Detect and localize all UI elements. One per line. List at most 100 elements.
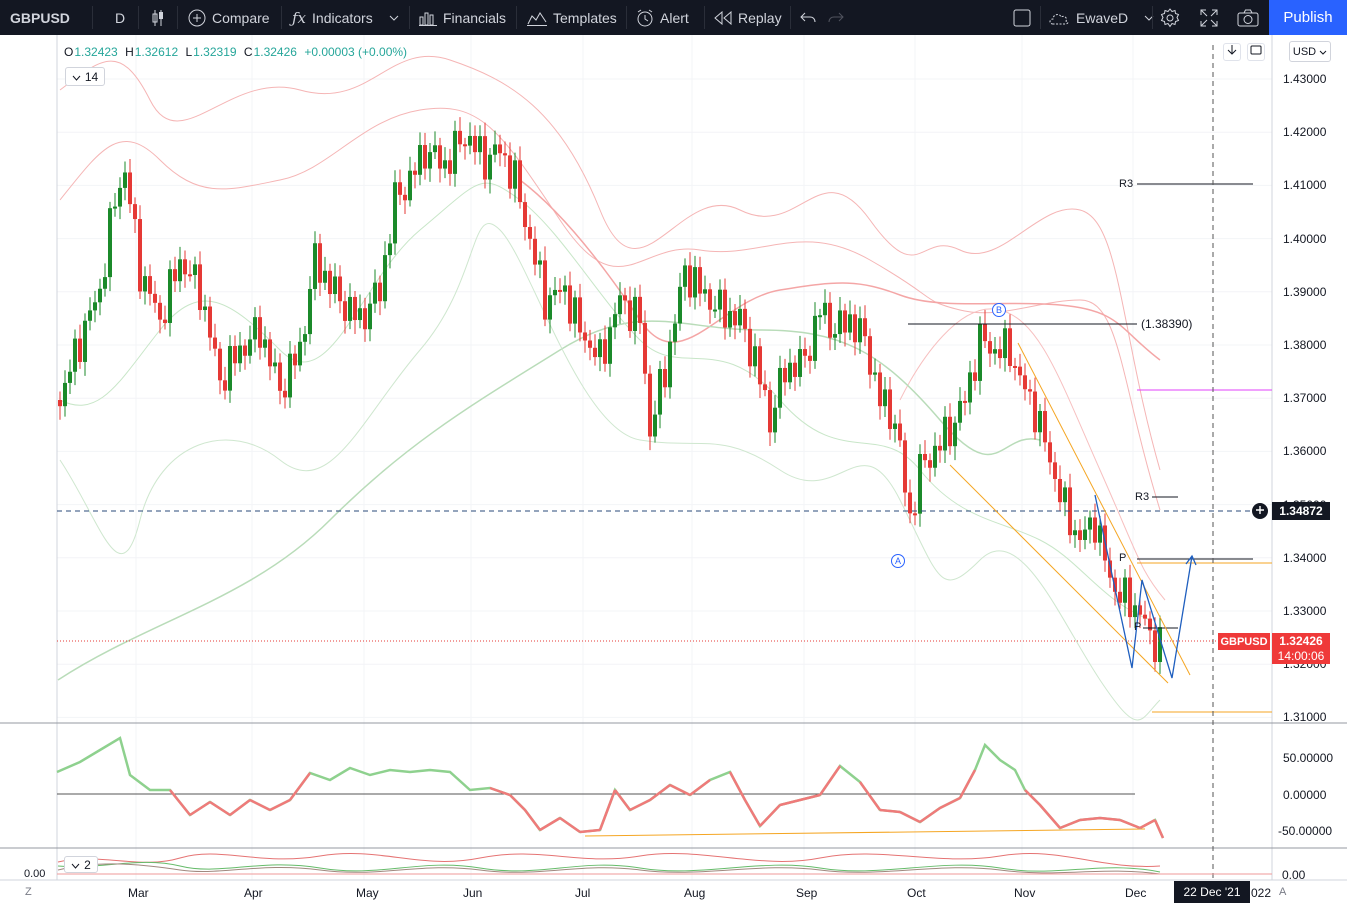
candle-down	[593, 347, 597, 358]
candle-down	[733, 311, 737, 326]
candle-down	[258, 317, 262, 348]
replay-button[interactable]: Replay	[714, 0, 782, 35]
interval-button[interactable]: D	[115, 0, 125, 35]
fullscreen-box-button[interactable]	[1013, 0, 1031, 35]
layout-button[interactable]: EwaveD	[1048, 0, 1154, 35]
candle-up	[143, 276, 147, 292]
candle-up	[513, 160, 517, 189]
candle-up	[693, 267, 697, 298]
chart-type-button[interactable]	[150, 0, 166, 35]
templates-button[interactable]: Templates	[527, 0, 617, 35]
candle-down	[793, 362, 797, 377]
indicator-count: 14	[84, 69, 99, 84]
last-price-tag: 1.32426 14:00:06	[1272, 633, 1330, 664]
pane3-indicators-toggle[interactable]: 2	[64, 856, 98, 873]
candle-down	[748, 328, 752, 367]
candle-down	[318, 243, 322, 283]
scroll-down-button[interactable]	[1223, 43, 1241, 61]
candle-down	[138, 219, 142, 292]
candle-down	[1008, 328, 1012, 366]
candle-up	[978, 323, 982, 381]
candle-down	[213, 337, 217, 349]
candle-up	[893, 423, 897, 429]
maximize-pane-button[interactable]	[1247, 43, 1265, 61]
candle-down	[868, 336, 872, 375]
candle-up	[288, 353, 292, 398]
financials-button[interactable]: Financials	[419, 0, 506, 35]
candle-up	[428, 152, 432, 169]
candle-up	[103, 277, 107, 289]
candle-down	[643, 322, 647, 374]
settings-button[interactable]	[1160, 0, 1180, 35]
crosshair-date-tag: 22 Dec '21	[1174, 881, 1250, 903]
candle-up	[443, 160, 447, 169]
compare-button[interactable]: Compare	[188, 0, 270, 35]
candle-up	[753, 346, 757, 367]
pane3-right-value: 0.00	[1282, 868, 1306, 882]
candle-down	[533, 238, 537, 265]
candle-up	[388, 243, 392, 256]
toolbar-divider	[138, 6, 139, 29]
candle-up	[203, 306, 207, 311]
time-axis-label: Jul	[575, 886, 591, 900]
candle-down	[988, 341, 992, 354]
r3-upper-label: R3	[1119, 178, 1134, 190]
candle-down	[843, 310, 847, 333]
candle-down	[578, 297, 582, 333]
redo-button[interactable]	[828, 0, 844, 35]
fullscreen-button[interactable]	[1200, 0, 1218, 35]
candle-down	[863, 318, 867, 337]
alert-button[interactable]: Alert	[636, 0, 689, 35]
chart-canvas[interactable]	[0, 35, 1347, 907]
candle-up	[118, 187, 122, 207]
candle-down	[998, 349, 1002, 359]
candle-down	[638, 296, 642, 323]
toolbar-divider	[1152, 6, 1153, 29]
indicators-label: Indicators	[312, 9, 373, 26]
candle-up	[858, 318, 862, 343]
wave-label-b[interactable]: B	[992, 303, 1006, 317]
templates-icon	[527, 10, 547, 26]
indicators-toggle[interactable]: 14	[65, 67, 105, 86]
candle-down	[523, 202, 527, 228]
candle-up	[373, 282, 377, 304]
arrow-down-icon	[1227, 43, 1237, 61]
candle-up	[1098, 525, 1102, 543]
candle-down	[243, 345, 247, 356]
candle-down	[1033, 391, 1037, 433]
candle-down	[223, 380, 227, 391]
oscillator-axis-label: 50.00000	[1283, 751, 1334, 765]
last-price-value: 1.32426	[1279, 634, 1323, 648]
candle-up	[408, 170, 412, 201]
maximize-icon	[1250, 43, 1262, 61]
publish-button[interactable]: Publish	[1269, 0, 1347, 35]
candle-down	[938, 445, 942, 451]
price-axis-label: 1.36000	[1283, 444, 1327, 459]
indicators-button[interactable]: ƒx Indicators	[292, 0, 399, 35]
undo-button[interactable]	[800, 0, 816, 35]
candle-down	[233, 346, 237, 364]
alert-clock-icon	[636, 9, 654, 27]
timezone-button[interactable]: Z	[25, 886, 32, 898]
currency-select[interactable]: USD	[1289, 41, 1331, 62]
candle-up	[298, 341, 302, 366]
crosshair-add-button[interactable]	[1252, 503, 1268, 519]
candle-up	[713, 309, 717, 312]
wave-label-a[interactable]: A	[891, 554, 905, 568]
candle-down	[208, 306, 212, 338]
candle-up	[368, 303, 372, 330]
candle-up	[633, 296, 637, 331]
snapshot-button[interactable]	[1237, 0, 1259, 35]
symbol-search-button[interactable]: GBPUSD	[10, 0, 70, 35]
open-value: 1.32423	[74, 45, 118, 59]
redo-icon	[828, 11, 844, 25]
candle-up	[313, 243, 317, 289]
auto-scale-button[interactable]: A	[1279, 886, 1286, 898]
candle-down	[888, 389, 892, 429]
candle-up	[718, 289, 722, 310]
candle-down	[973, 372, 977, 381]
candle-up	[323, 270, 327, 283]
time-axis-label: Nov	[1014, 886, 1036, 900]
time-axis-label: Apr	[244, 886, 263, 900]
chevron-down-icon[interactable]	[389, 15, 399, 21]
